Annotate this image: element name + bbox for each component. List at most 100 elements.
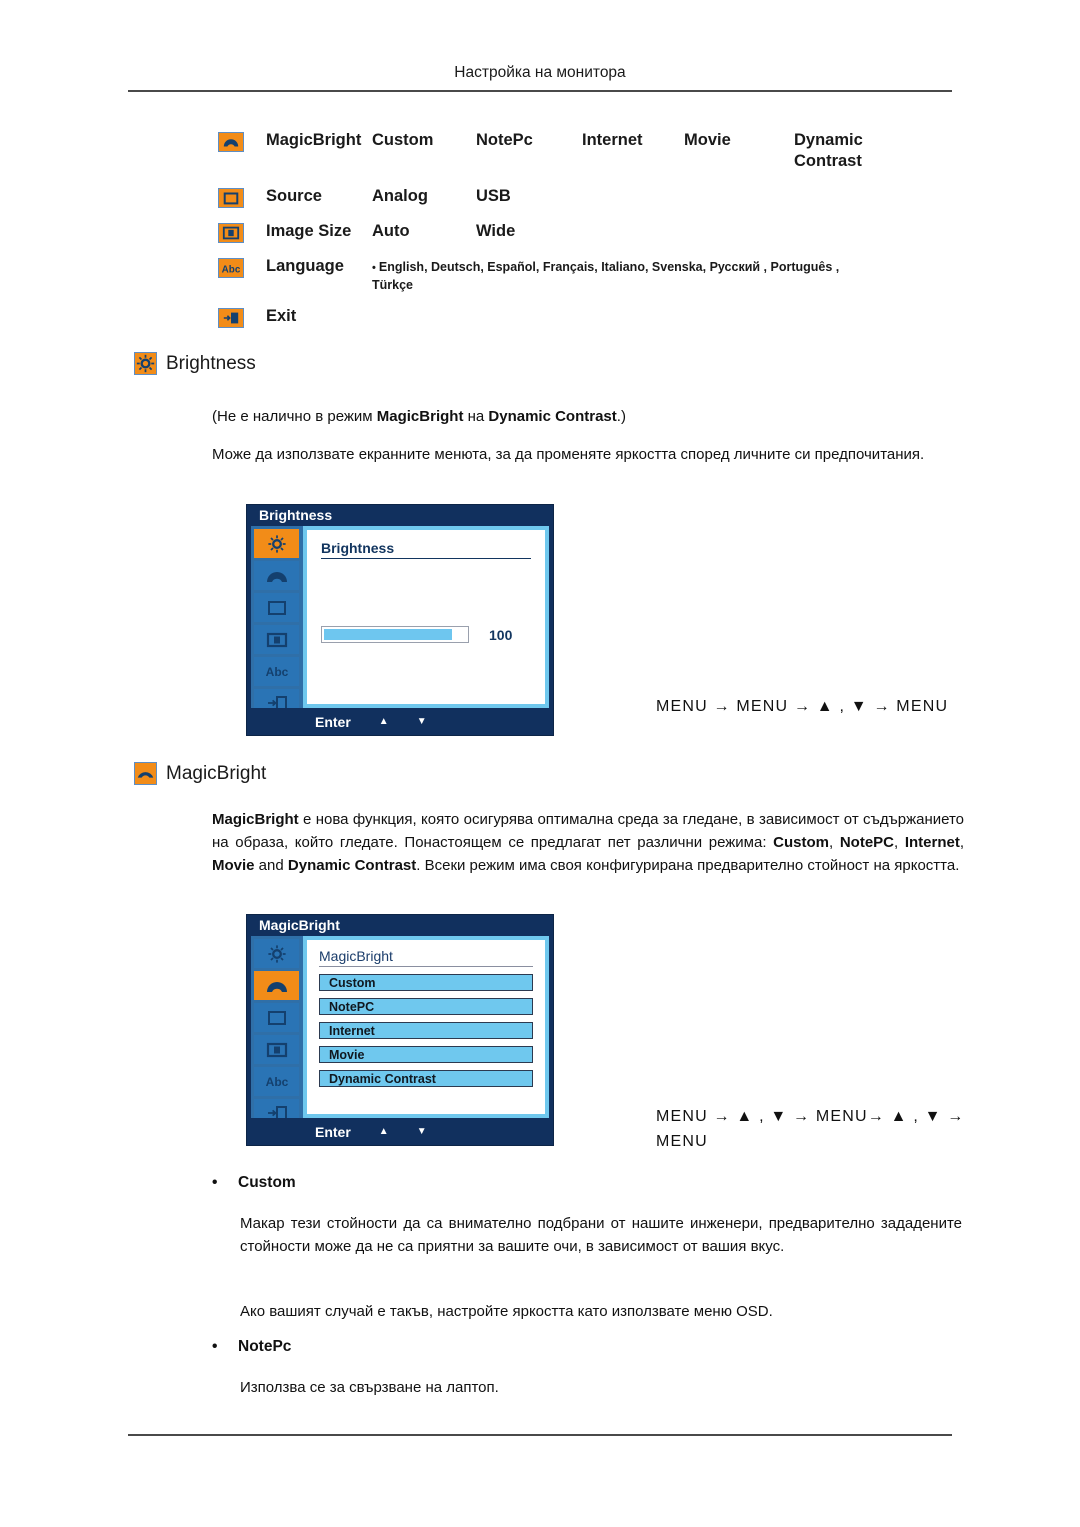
osd-title-magicbright: MagicBright — [247, 915, 553, 936]
bullet-title-notepc: NotePc — [238, 1338, 292, 1355]
menu-option-dynamic-contrast: Dynamic Contrast — [794, 131, 863, 170]
mb-text-2: , — [829, 834, 840, 851]
bullet-title-custom: Custom — [238, 1174, 296, 1191]
magicbright-option-movie[interactable]: Movie — [319, 1046, 533, 1063]
menu-row-exit: Exit — [218, 306, 914, 332]
menu-row-language: Abc Language • English, Deutsch, Español… — [218, 256, 914, 294]
brightness-osd-preview: Brightness Abc Brightness 100 Enter ▲ ▼ — [246, 504, 554, 736]
exit-icon — [218, 308, 244, 328]
magicbright-nav-path: MENU → ▲ , ▼ → MENU→ ▲ , ▼ → MENU — [656, 1108, 965, 1150]
mb-text-3: , — [894, 834, 905, 851]
magicbright-heading-label: MagicBright — [166, 762, 267, 784]
magicbright-option-list: Custom NotePC Internet Movie Dynamic Con… — [319, 974, 533, 1087]
mb-bold-internet: Internet — [904, 834, 960, 851]
mb-bold-movie: Movie — [212, 857, 255, 874]
bullet-custom: • Custom — [212, 1174, 296, 1192]
custom-paragraph-2: Ако вашият случай е такъв, настройте ярк… — [240, 1303, 773, 1320]
image-size-icon — [218, 223, 244, 243]
osd-footer-down-arrow-icon[interactable]: ▼ — [417, 1126, 427, 1137]
notepc-paragraph-1: Използва се за свързване на лаптоп. — [240, 1379, 499, 1396]
section-heading-magicbright: MagicBright — [134, 762, 266, 785]
brightness-icon — [134, 352, 157, 375]
bullet-dot: • — [212, 1338, 218, 1355]
page-title: Настройка на монитора — [454, 64, 626, 81]
menu-option-auto: Auto — [372, 222, 410, 240]
osd-sidebar-magicbright-icon[interactable] — [254, 971, 299, 1000]
magicbright-icon — [134, 762, 157, 785]
note-post: .) — [616, 408, 626, 425]
menu-option-usb: USB — [476, 187, 511, 205]
slider-track[interactable] — [321, 626, 469, 643]
brightness-nav-path: MENU → MENU → ▲ , ▼ → MENU — [656, 698, 949, 715]
osd-footer: Enter ▲ ▼ — [247, 708, 553, 735]
magicbright-icon — [218, 132, 244, 152]
brightness-availability-note: (Не е налично в режим MagicBright на Dyn… — [212, 405, 957, 428]
brightness-description: Може да използвате екранните менюта, за … — [212, 446, 925, 463]
note-mid: на — [463, 408, 489, 425]
menu-label-exit: Exit — [266, 307, 297, 325]
osd-pane-heading-magicbright: MagicBright — [319, 948, 533, 967]
menu-label-source: Source — [266, 187, 322, 205]
brightness-slider[interactable]: 100 — [321, 626, 512, 643]
svg-text:Abc: Abc — [265, 665, 288, 679]
magicbright-osd-preview: MagicBright Abc MagicBright Custom NoteP… — [246, 914, 554, 1146]
menu-label-image-size: Image Size — [266, 222, 352, 240]
footer-divider — [128, 1434, 952, 1436]
osd-sidebar-brightness-icon[interactable] — [254, 529, 299, 558]
osd-footer-enter-label[interactable]: Enter — [315, 714, 351, 730]
osd-sidebar-language-icon[interactable]: Abc — [254, 1067, 299, 1096]
source-icon — [218, 188, 244, 208]
mb-bold-magicbright: MagicBright — [212, 811, 299, 828]
menu-option-movie: Movie — [684, 131, 731, 149]
osd-sidebar-source-icon[interactable] — [254, 593, 299, 622]
note-bold-magicbright: MagicBright — [376, 408, 464, 425]
menu-row-source: Source Analog USB — [218, 186, 914, 212]
magicbright-option-internet[interactable]: Internet — [319, 1022, 533, 1039]
note-bold-dynamic-contrast: Dynamic Contrast — [488, 408, 617, 425]
svg-text:Abc: Abc — [222, 265, 241, 276]
osd-sidebar-image-size-icon[interactable] — [254, 625, 299, 654]
osd-sidebar-source-icon[interactable] — [254, 1003, 299, 1032]
osd-sidebar: Abc — [251, 936, 303, 1128]
osd-sidebar-language-icon[interactable]: Abc — [254, 657, 299, 686]
osd-sidebar: Abc — [251, 526, 303, 718]
osd-footer-down-arrow-icon[interactable]: ▼ — [417, 716, 427, 727]
magicbright-option-custom[interactable]: Custom — [319, 974, 533, 991]
mb-text-6: . Всеки режим има своя конфигурирана пре… — [416, 857, 960, 874]
osd-sidebar-brightness-icon[interactable] — [254, 939, 299, 968]
menu-option-internet: Internet — [582, 131, 643, 149]
menu-option-analog: Analog — [372, 187, 428, 205]
bullet-notepc: • NotePc — [212, 1338, 291, 1356]
osd-title-brightness: Brightness — [247, 505, 553, 526]
mb-bold-notepc: NotePC — [839, 834, 894, 851]
custom-paragraph-1: Макар тези стойности да са внимателно по… — [240, 1215, 962, 1255]
slider-fill — [324, 629, 452, 640]
mb-bold-dynamic-contrast: Dynamic Contrast — [287, 857, 417, 874]
menu-label-language: Language — [266, 257, 344, 275]
brightness-slider-value: 100 — [489, 626, 513, 643]
osd-pane-heading-brightness: Brightness — [321, 540, 531, 559]
osd-footer-up-arrow-icon[interactable]: ▲ — [379, 1126, 389, 1137]
mb-text-4: , — [959, 834, 965, 851]
menu-row-image-size: Image Size Auto Wide — [218, 221, 914, 247]
menu-option-wide: Wide — [476, 222, 516, 240]
brightness-heading-label: Brightness — [166, 352, 256, 374]
mb-text-5: and — [254, 857, 288, 874]
header-divider — [128, 90, 952, 92]
section-heading-brightness: Brightness — [134, 352, 256, 375]
menu-row-magicbright: MagicBright Custom NotePc Internet Movie… — [218, 130, 914, 172]
osd-footer-enter-label[interactable]: Enter — [315, 1124, 351, 1140]
mb-bold-custom: Custom — [773, 834, 829, 851]
osd-menu-matrix: MagicBright Custom NotePc Internet Movie… — [218, 130, 914, 341]
menu-option-custom: Custom — [372, 131, 434, 149]
magicbright-option-notepc[interactable]: NotePC — [319, 998, 533, 1015]
bullet-dot: • — [212, 1174, 218, 1191]
osd-sidebar-magicbright-icon[interactable] — [254, 561, 299, 590]
osd-footer-up-arrow-icon[interactable]: ▲ — [379, 716, 389, 727]
note-pre: (Не е налично в режим — [212, 408, 377, 425]
svg-text:Abc: Abc — [265, 1075, 288, 1089]
magicbright-option-dynamic-contrast[interactable]: Dynamic Contrast — [319, 1070, 533, 1087]
language-icon: Abc — [218, 258, 244, 278]
osd-sidebar-image-size-icon[interactable] — [254, 1035, 299, 1064]
magicbright-description: MagicBright е нова функция, която осигур… — [212, 808, 964, 877]
